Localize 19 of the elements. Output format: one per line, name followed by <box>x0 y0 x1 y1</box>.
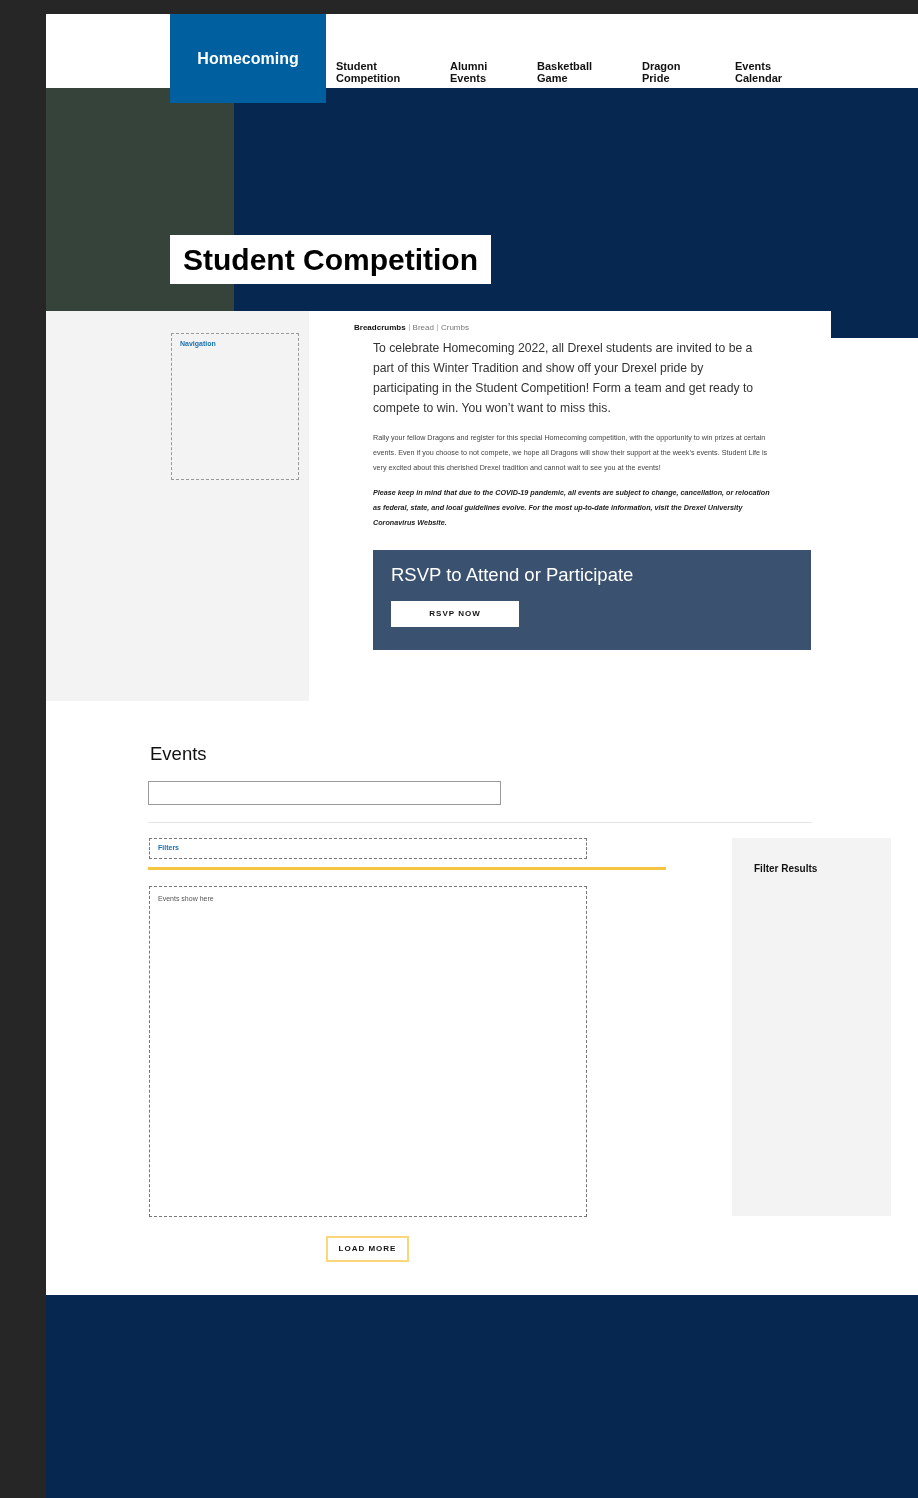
breadcrumb-link[interactable]: Bread <box>412 323 434 332</box>
rsvp-button[interactable]: RSVP NOW <box>391 601 519 628</box>
search-field[interactable] <box>148 781 501 806</box>
events-heading: Events <box>150 743 208 766</box>
filter-results-panel: Filter Results <box>732 838 891 1217</box>
nav-tab[interactable]: Dragon Pride <box>632 14 725 88</box>
nav-tab[interactable]: Student Competition <box>326 14 440 88</box>
breadcrumb-link[interactable]: Crumbs <box>440 323 469 332</box>
breadcrumb-separator <box>408 324 410 331</box>
load-more-button[interactable]: LOAD MORE <box>326 1236 409 1263</box>
breadcrumb-link[interactable]: Breadcrumbs <box>354 323 406 332</box>
nav-tab[interactable]: Alumni Events <box>440 14 527 88</box>
nav-tab[interactable]: Basketball Game <box>527 14 632 88</box>
page-title: Student Competition <box>170 235 491 284</box>
nav-tab[interactable]: Events Calendar <box>725 14 825 88</box>
nav-tab[interactable]: Homecoming <box>170 14 326 103</box>
intro-paragraph: To celebrate Homecoming 2022, all Drexel students are invited to be a part of this Winter Tradition and show off your Drexel pride by participating in the Student Competition! Form a team and get ready to compete to win. You won’t want to miss this. <box>373 340 755 417</box>
rsvp-heading: RSVP to Attend or Participate <box>391 564 635 587</box>
breadcrumb-separator <box>436 324 438 331</box>
